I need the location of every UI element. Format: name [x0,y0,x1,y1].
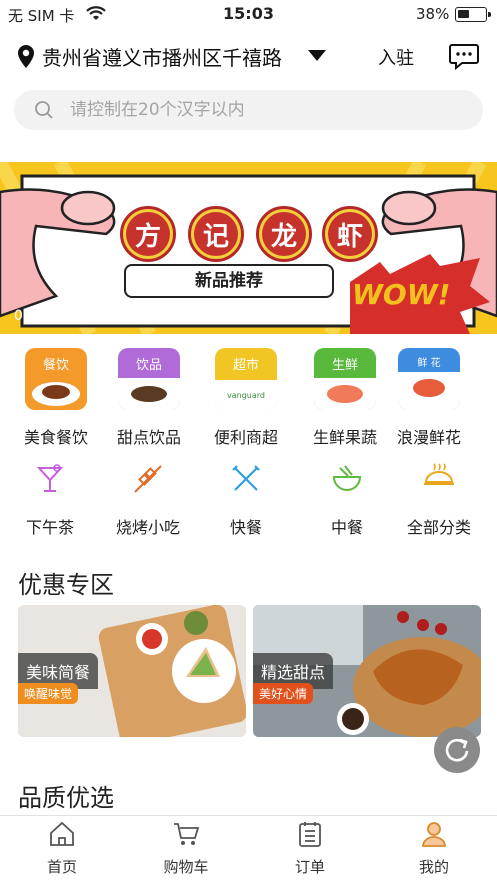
fork-knife-icon [232,465,260,491]
category-food[interactable]: 餐饮 美食餐饮 [8,348,104,448]
promo-card-meal[interactable]: 美味简餐 唤醒味觉 [18,605,246,737]
wow-badge: WOW! [352,278,451,311]
category-label: 生鲜果蔬 [312,428,377,447]
promo-banner[interactable]: 方 记 龙 虾 新品推荐 WOW! 04 [0,162,497,334]
section-title-quality: 品质优选 [18,784,114,812]
battery-icon [455,7,491,22]
header: 贵州省遵义市播州区千禧路 入驻 [0,38,497,78]
location-selector[interactable]: 贵州省遵义市播州区千禧路 [42,42,282,71]
category-label: 便利商超 [213,428,278,447]
category-label: 全部分类 [406,518,471,537]
promo-subtitle: 唤醒味觉 [18,683,79,704]
drinks-thumb: 饮品 [118,348,180,410]
tab-bar: 首页 购物车 订单 我的 [0,815,497,883]
banner-subtitle: 新品推荐 [124,264,334,298]
home-icon [50,821,74,846]
message-icon[interactable] [449,42,479,70]
category-fresh[interactable]: 生鲜 生鲜果蔬 [297,348,393,448]
category-label: 甜点饮品 [116,428,181,447]
market-thumb: 超市 vanguard [215,348,277,410]
banner-page-indicator: 04 [14,308,32,324]
category-bbq[interactable]: 烧烤小吃 [100,462,196,538]
category-afternoon-tea[interactable]: 下午茶 [2,462,98,538]
skewer-icon [134,465,162,493]
order-icon [299,822,321,847]
section-title-promo: 优惠专区 [18,571,114,599]
category-label: 下午茶 [25,518,74,537]
caret-down-icon[interactable] [308,50,326,61]
category-all[interactable]: 全部分类 [391,462,487,538]
category-chinese[interactable]: 中餐 [299,462,395,538]
location-pin-icon [18,45,34,68]
category-label: 美食餐饮 [23,428,88,447]
category-label: 快餐 [229,518,262,537]
brand-char-1: 方 [120,206,176,262]
tab-orders[interactable]: 订单 [270,820,350,877]
fresh-thumb: 生鲜 [314,348,376,410]
svg-text:vanguard: vanguard [227,391,265,400]
search-input[interactable] [70,90,470,130]
cart-icon [174,823,200,845]
brand-char-2: 记 [188,206,244,262]
promo-card-dessert[interactable]: 精选甜点 美好心情 [253,605,481,737]
category-market[interactable]: 超市 vanguard 便利商超 [198,348,294,448]
join-button[interactable]: 入驻 [378,44,414,70]
search-bar[interactable] [14,90,483,130]
battery-percent: 38% [416,5,450,23]
flowers-thumb: 鲜 花 [398,348,460,410]
cocktail-icon [36,464,64,492]
category-label: 中餐 [330,518,363,537]
refresh-button[interactable] [434,727,480,773]
tab-home[interactable]: 首页 [22,820,102,877]
status-bar: 无 SIM 卡 15:03 38% [0,0,497,30]
search-icon [35,101,53,119]
brand-char-3: 龙 [256,206,312,262]
user-icon [422,822,446,847]
food-thumb: 餐饮 [25,348,87,410]
category-drinks[interactable]: 饮品 甜点饮品 [101,348,197,448]
brand-char-4: 虾 [322,206,378,262]
category-label: 烧烤小吃 [115,518,180,537]
tab-profile[interactable]: 我的 [394,820,474,877]
tab-cart[interactable]: 购物车 [146,820,226,877]
category-flowers[interactable]: 鲜 花 浪漫鲜花 [381,348,477,448]
category-label: 浪漫鲜花 [396,428,461,447]
dish-icon [424,463,454,485]
category-fastfood[interactable]: 快餐 [198,462,294,538]
promo-subtitle: 美好心情 [253,683,314,704]
bowl-icon [332,465,362,491]
refresh-icon [445,738,469,762]
